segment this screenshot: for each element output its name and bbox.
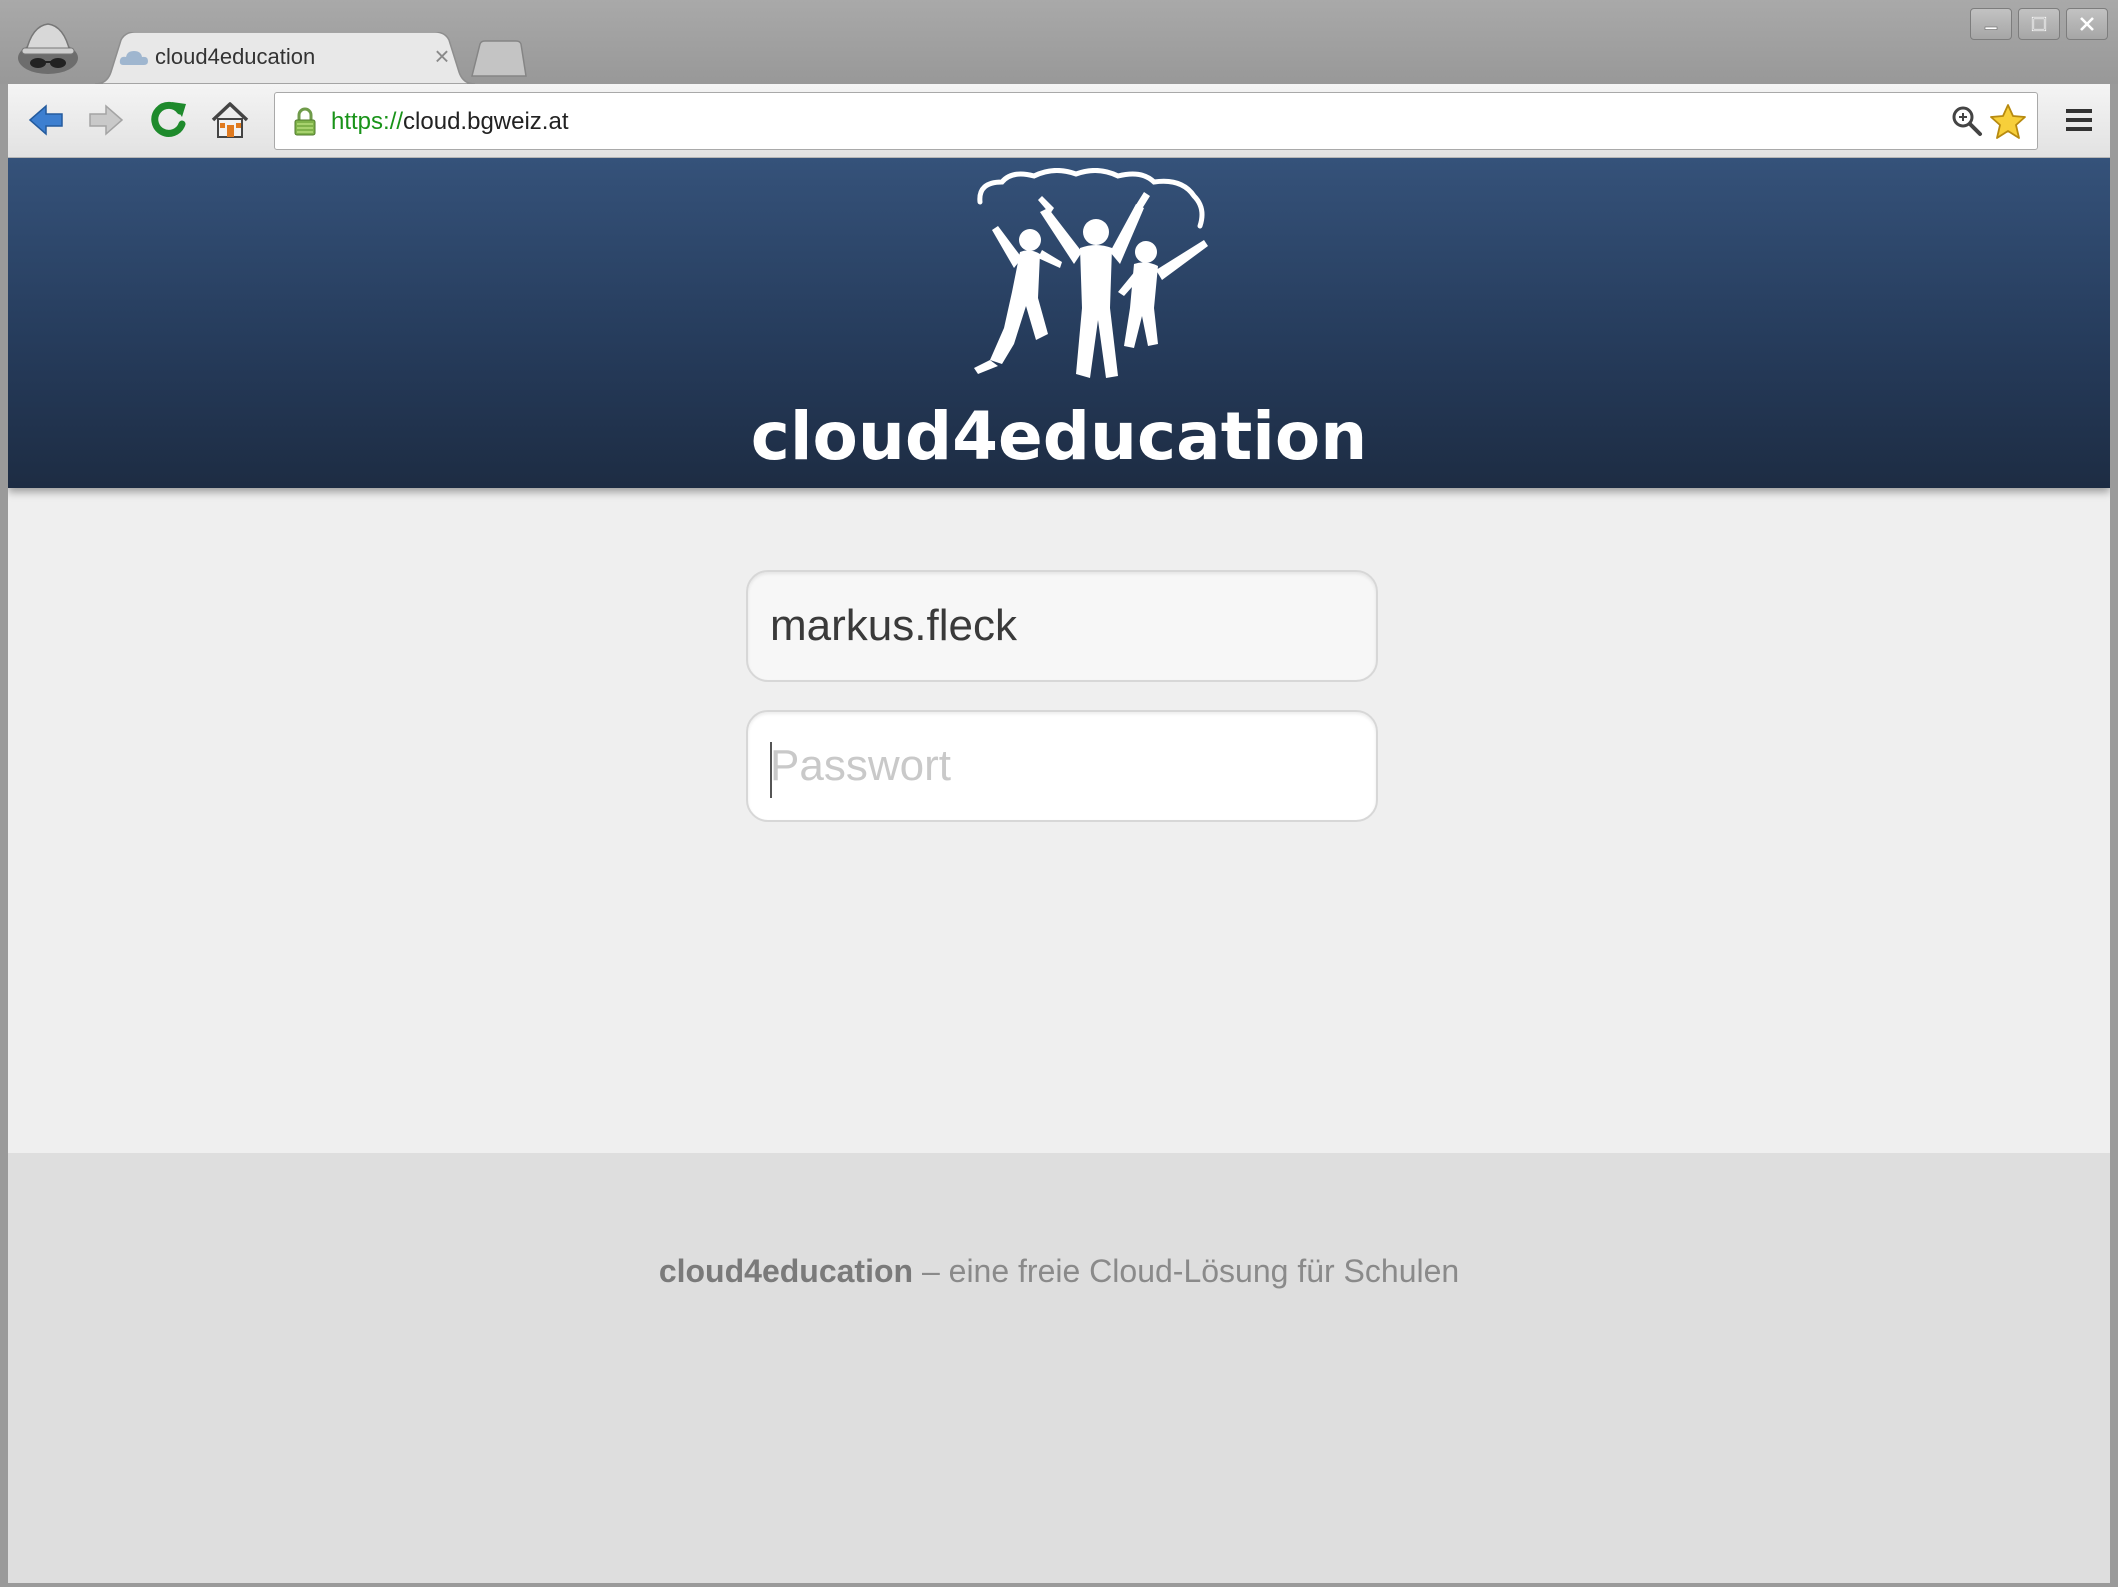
password-field-container: [746, 710, 1378, 822]
username-input[interactable]: [770, 572, 1350, 680]
star-icon[interactable]: [1989, 103, 2027, 146]
tab-title: cloud4education: [155, 44, 316, 69]
footer-text: cloud4education – eine freie Cloud-Lösun…: [8, 1253, 2110, 1290]
maximize-icon: [2031, 16, 2047, 32]
url-text: https://cloud.bgweiz.at: [331, 108, 568, 136]
site-footer: cloud4education – eine freie Cloud-Lösun…: [8, 1153, 2110, 1583]
password-input[interactable]: [770, 712, 1350, 820]
maximize-button[interactable]: [2018, 8, 2060, 40]
footer-brand: cloud4education: [658, 1253, 914, 1289]
tab-close-icon[interactable]: ×: [428, 42, 456, 70]
close-window-button[interactable]: [2066, 8, 2108, 40]
logo-people-cloud-icon: [968, 168, 1224, 398]
logo-wordmark: cloud4education: [750, 398, 1368, 475]
reload-button[interactable]: [144, 96, 192, 144]
url-scheme: https://: [331, 108, 404, 135]
url-host: cloud.bgweiz.at: [403, 108, 569, 135]
menu-icon: [2066, 109, 2092, 131]
username-field-container: [746, 570, 1378, 682]
forward-button[interactable]: [82, 96, 130, 144]
minimize-icon: [1984, 26, 1998, 30]
footer-tagline: – eine freie Cloud-Lösung für Schulen: [913, 1253, 1460, 1289]
cloud-favicon-icon: [119, 49, 149, 67]
back-arrow-icon: [28, 104, 63, 136]
page-content: cloud4education cloud4education – eine f…: [8, 158, 2110, 1583]
site-header: cloud4education: [8, 158, 2110, 488]
tab-strip: cloud4education ×: [0, 0, 2118, 84]
tab-cloud4education[interactable]: cloud4education ×: [95, 32, 475, 84]
incognito-icon: [12, 12, 84, 84]
browser-toolbar: https://cloud.bgweiz.at: [8, 84, 2110, 158]
reload-icon: [151, 101, 186, 137]
text-caret: [770, 742, 772, 798]
lock-icon: [293, 107, 317, 142]
menu-button[interactable]: [2060, 102, 2098, 140]
login-form: [746, 570, 1378, 850]
forward-arrow-icon: [89, 104, 124, 136]
zoom-icon[interactable]: [1951, 105, 1983, 142]
address-bar[interactable]: https://cloud.bgweiz.at: [274, 92, 2038, 150]
window-controls: [1970, 8, 2108, 40]
home-button[interactable]: [206, 96, 254, 144]
minimize-button[interactable]: [1970, 8, 2012, 40]
close-icon: [2080, 17, 2094, 31]
new-tab-button[interactable]: [470, 40, 528, 78]
browser-window: cloud4education × https://cloud.bgweiz.a…: [0, 0, 2118, 1587]
home-icon: [211, 102, 249, 138]
back-button[interactable]: [22, 96, 70, 144]
